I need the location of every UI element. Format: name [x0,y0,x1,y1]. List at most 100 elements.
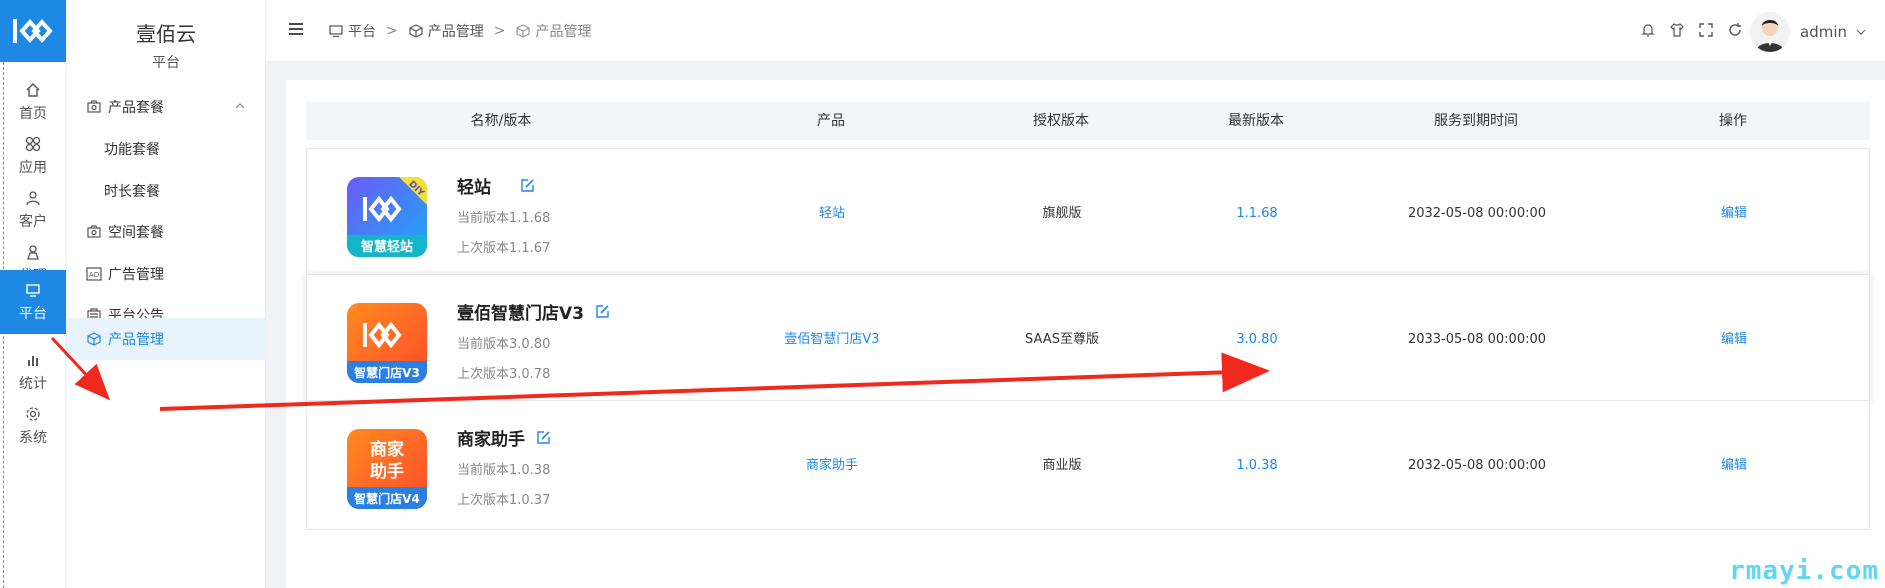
breadcrumb-separator: > [386,23,398,39]
cube-icon [408,23,424,39]
table-row: 智慧门店V3 壹佰智慧门店V3 当前版本3.0.80 上次版本3.0.78 壹佰… [306,274,1870,404]
content-panel: 名称/版本 产品 授权版本 最新版本 服务到期时间 操作 DIY 智慧轻站 轻站… [286,80,1885,588]
logo-icon [13,18,53,44]
latest-version[interactable]: 1.0.38 [1157,401,1357,531]
table-header: 名称/版本 产品 授权版本 最新版本 服务到期时间 操作 [306,102,1870,140]
current-version: 当前版本1.0.38 [457,463,551,478]
breadcrumb-label: 产品管理 [427,24,484,40]
gear-icon [24,405,42,423]
bell-icon[interactable] [1638,20,1658,40]
app-root: 首页 应用 客户 代理 平台 [0,0,1885,588]
latest-version[interactable]: 1.1.68 [1157,149,1357,279]
product-name: 轻站 [457,173,535,198]
product-logo-store-v3: 智慧门店V3 [347,303,427,383]
breadcrumb-item-current: 产品管理 [515,21,591,41]
rail-item-label: 统计 [19,376,47,392]
column-header-license: 授权版本 [1033,113,1089,129]
brand-logo[interactable] [0,0,66,62]
refresh-icon[interactable] [1725,20,1745,40]
svg-text:助手: 助手 [370,461,404,482]
menu-item-product-management[interactable]: 产品管理 [66,318,266,360]
column-header-action: 操作 [1719,113,1747,129]
previous-version: 上次版本1.1.67 [457,241,551,256]
current-version: 当前版本1.1.68 [457,211,551,226]
chevron-down-icon [1856,29,1866,35]
user-icon [24,189,42,207]
expire-time: 2033-05-08 00:00:00 [1407,332,1547,347]
sub-menu: 壹佰云 平台 产品套餐 功能套餐 时长套餐 空间套餐 AD 广告管理 平台公告 … [66,0,266,588]
cube-icon [515,23,531,39]
header-tools [1629,20,1745,40]
bar-chart-icon [24,351,42,369]
edit-button[interactable]: 编辑 [1597,275,1871,405]
svg-text:智慧门店V3: 智慧门店V3 [353,365,420,380]
table-row: 商家 助手 智慧门店V4 商家助手 当前版本1.0.38 上次版本1.0.37 … [306,400,1870,530]
breadcrumb-item-platform[interactable]: 平台 [328,21,376,41]
fullscreen-icon[interactable] [1696,20,1716,40]
product-name: 壹佰智慧门店V3 [457,299,610,324]
svg-text:智慧门店V4: 智慧门店V4 [353,491,420,506]
table-row: DIY 智慧轻站 轻站 当前版本1.1.68 上次版本1.1.67 轻站 旗舰版… [306,148,1870,278]
watermark-text: rmayi.com [1729,556,1879,586]
sub-menu-subtitle: 平台 [152,55,180,71]
breadcrumb-separator: > [493,23,506,39]
edit-button[interactable]: 编辑 [1597,149,1871,279]
product-link[interactable]: 壹佰智慧门店V3 [697,275,967,405]
top-header: 平台 > 产品管理 > 产品管理 admin [266,0,1885,62]
rail-item-label: 应用 [19,160,47,176]
rail-item-platform[interactable]: 平台 [0,270,66,334]
product-link[interactable]: 商家助手 [697,401,967,531]
shirt-icon[interactable] [1667,20,1687,40]
product-name: 商家助手 [457,425,551,450]
menu-item-label: 广告管理 [108,267,164,283]
product-name-text: 商家助手 [457,430,525,450]
breadcrumb: 平台 > 产品管理 > 产品管理 [328,21,591,41]
column-header-expire: 服务到期时间 [1434,113,1518,129]
rail-item-label: 客户 [19,214,47,230]
sub-menu-title: 壹佰云 [136,22,196,46]
product-link[interactable]: 轻站 [697,149,967,279]
rail-item-label: 首页 [19,106,47,122]
menu-item-label: 空间套餐 [108,225,164,241]
menu-item-label: 功能套餐 [104,142,160,158]
svg-text:智慧轻站: 智慧轻站 [361,239,413,255]
menu-item-label: 时长套餐 [104,184,160,200]
menu-item-label: 产品管理 [108,332,164,348]
previous-version: 上次版本3.0.78 [457,367,551,382]
rail-item-label: 系统 [19,430,47,446]
menu-toggle-icon[interactable] [288,22,304,36]
chevron-up-icon[interactable] [234,100,246,112]
edit-icon[interactable] [594,304,610,320]
home-icon [24,81,42,99]
breadcrumb-label: 产品管理 [535,24,592,40]
user-menu[interactable]: admin [1750,12,1867,52]
user-name: admin [1800,23,1847,41]
agent-icon [24,243,42,261]
cube-icon [86,331,102,347]
edit-icon[interactable] [519,178,535,194]
column-header-name-version: 名称/版本 [470,113,532,129]
icon-rail: 首页 应用 客户 代理 平台 [0,0,66,588]
latest-version[interactable]: 3.0.80 [1157,275,1357,405]
column-header-latest: 最新版本 [1228,113,1284,129]
rail-item-label: 平台 [19,306,47,322]
svg-text:商家: 商家 [370,439,404,460]
current-version: 当前版本3.0.80 [457,337,551,352]
expire-time: 2032-05-08 00:00:00 [1407,206,1547,221]
license-version: 旗舰版 [1042,206,1082,221]
column-header-product: 产品 [817,113,845,129]
edit-button[interactable]: 编辑 [1597,401,1871,531]
menu-item-label: 产品套餐 [108,100,164,116]
breadcrumb-label: 平台 [348,24,376,40]
main-area: 名称/版本 产品 授权版本 最新版本 服务到期时间 操作 DIY 智慧轻站 轻站… [266,62,1885,588]
camera-icon [86,224,102,240]
svg-text:AD: AD [89,271,99,279]
expire-time: 2032-05-08 00:00:00 [1407,458,1547,473]
rail-item-system[interactable]: 系统 [0,394,66,458]
breadcrumb-item-product-management[interactable]: 产品管理 [408,21,484,41]
avatar [1750,12,1790,52]
camera-icon [86,99,102,115]
product-logo-qingzhan: DIY 智慧轻站 [347,177,427,257]
monitor-icon [328,23,344,39]
edit-icon[interactable] [535,430,551,446]
